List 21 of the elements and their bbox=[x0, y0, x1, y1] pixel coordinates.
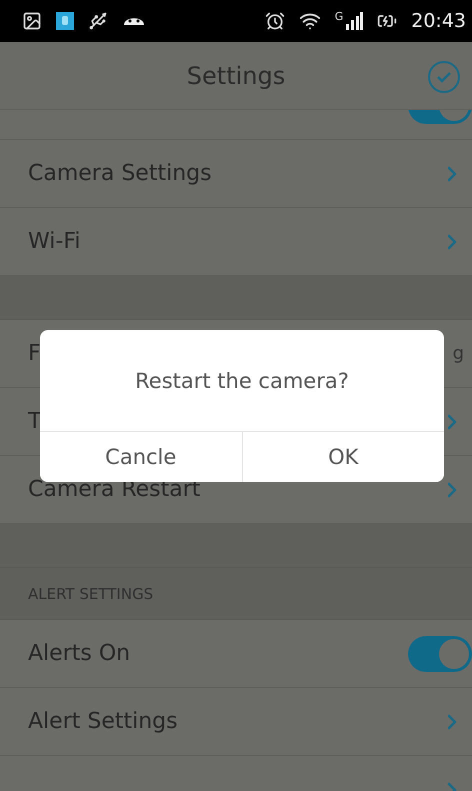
usb-icon bbox=[88, 11, 108, 31]
signal-icon bbox=[345, 12, 364, 30]
check-icon bbox=[436, 71, 452, 83]
toggle-switch[interactable] bbox=[408, 636, 472, 672]
setting-label: Alerts On bbox=[28, 641, 132, 666]
alarm-icon bbox=[264, 11, 285, 31]
setting-label: Camera Settings bbox=[28, 161, 213, 186]
android-icon bbox=[122, 16, 146, 26]
image-icon bbox=[22, 11, 42, 31]
check-button[interactable] bbox=[428, 61, 460, 93]
network-type: G bbox=[334, 10, 344, 23]
setting-label: Alert Settings bbox=[28, 709, 179, 734]
dialog-message: Restart the camera? bbox=[135, 368, 349, 392]
app-icon bbox=[56, 12, 74, 30]
setting-label: F bbox=[28, 341, 42, 366]
setting-value: g bbox=[452, 343, 464, 364]
dialog-button[interactable]: OK bbox=[242, 432, 444, 482]
setting-label: Wi-Fi bbox=[28, 229, 82, 254]
setting-label: T bbox=[28, 409, 42, 434]
clock-time: 20:43 bbox=[411, 10, 466, 32]
header-title: Settings bbox=[186, 62, 286, 90]
